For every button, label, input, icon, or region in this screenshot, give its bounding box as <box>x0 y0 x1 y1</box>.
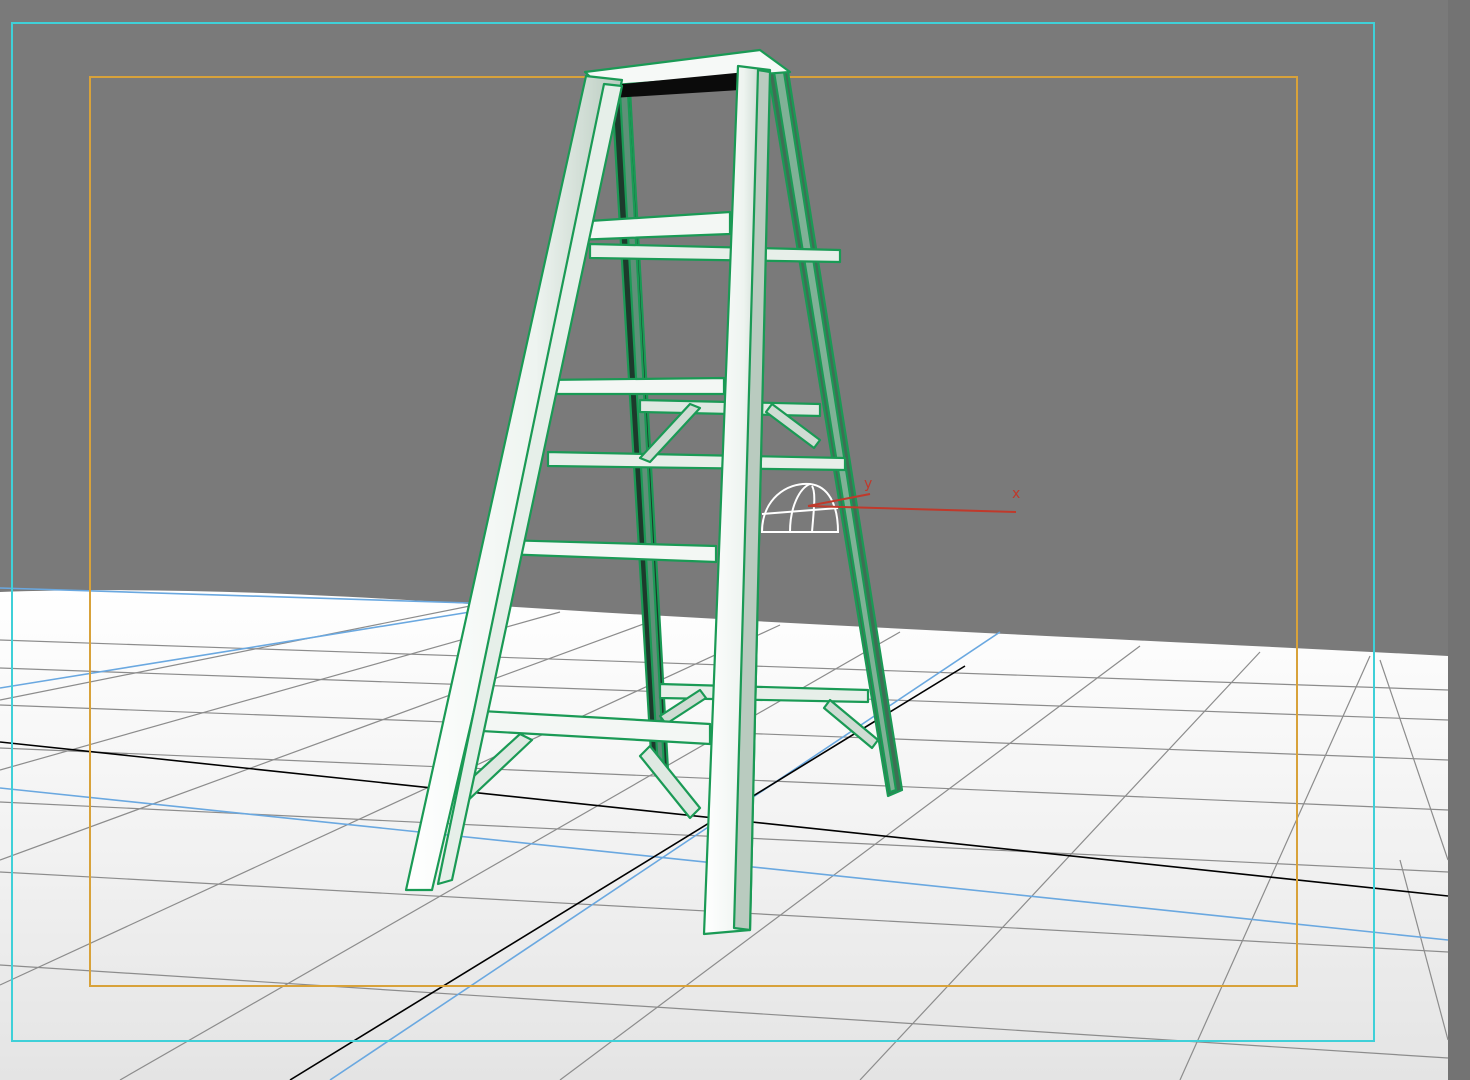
axis-y-label: y <box>864 476 872 492</box>
3d-viewport[interactable]: y x <box>0 0 1470 1080</box>
ladder-step-2 <box>538 376 726 396</box>
axis-x-label: x <box>1012 486 1020 502</box>
viewport-right-strip <box>1448 0 1470 1080</box>
